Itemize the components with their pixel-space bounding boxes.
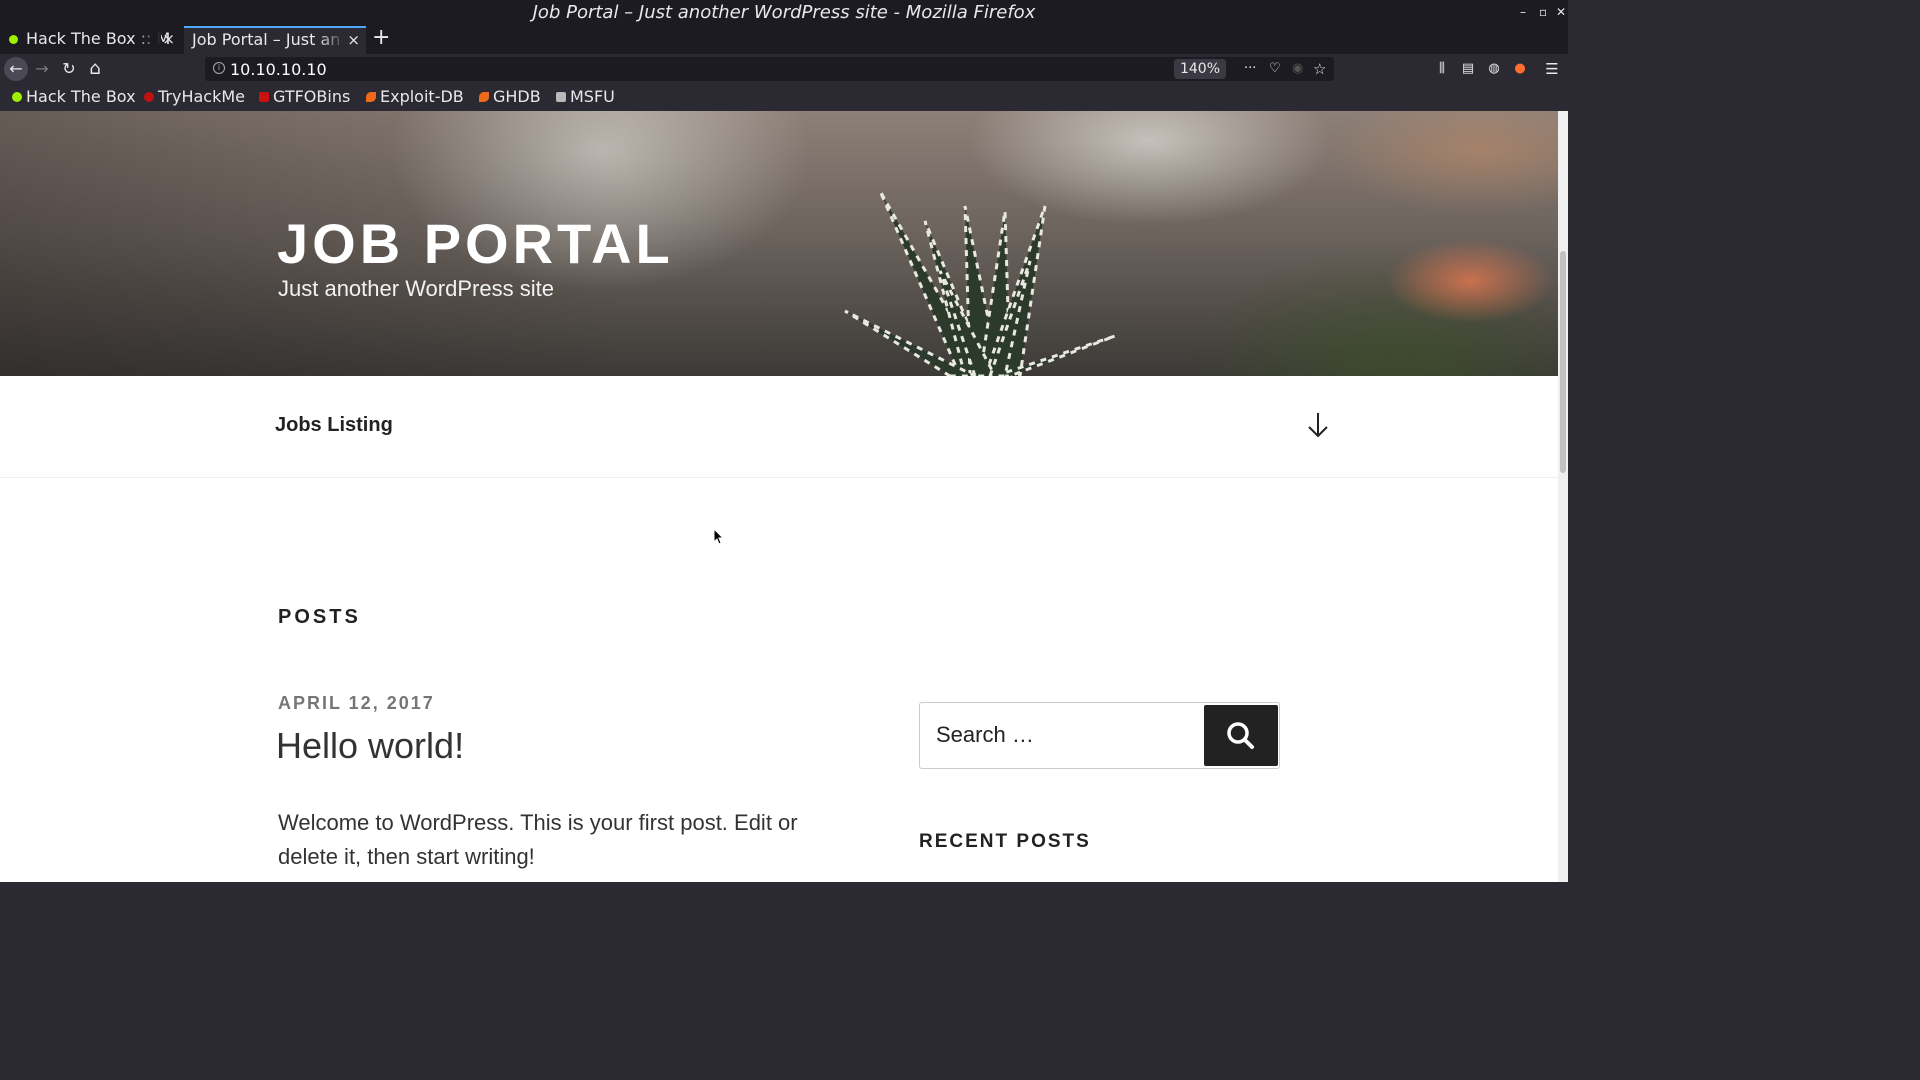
search-input[interactable]	[936, 713, 1196, 757]
post-title[interactable]: Hello world!	[276, 725, 464, 767]
scrollbar-thumb[interactable]	[1560, 251, 1566, 473]
library-icon[interactable]: ⫼	[1431, 57, 1453, 81]
search-icon	[1227, 722, 1254, 749]
bookmark-label: Exploit-DB	[380, 87, 464, 106]
bookmark-star-icon[interactable]: ☆	[1313, 57, 1326, 81]
close-tab-icon[interactable]: ×	[162, 26, 175, 52]
home-button[interactable]: ⌂	[83, 57, 107, 81]
reload-button[interactable]: ↻	[57, 57, 81, 81]
site-navigation: Jobs Listing	[0, 376, 1558, 478]
bookmark-label: GHDB	[493, 87, 541, 106]
search-form	[919, 702, 1280, 769]
hackthebox-favicon-icon	[9, 35, 18, 44]
gtfobins-icon	[259, 92, 269, 102]
ghdb-icon	[479, 92, 489, 102]
hackthebox-icon	[12, 92, 22, 102]
page-viewport: JOB PORTAL Just another WordPress site J…	[0, 111, 1558, 882]
navigation-toolbar: ← → ↻ ⌂ i 140% ··· ♡ ◉ ☆ ⫼ ▤ ◍ ● ☰	[0, 54, 1568, 84]
scroll-down-arrow-icon[interactable]	[1305, 410, 1331, 440]
maximize-button[interactable]: ▫	[1539, 0, 1547, 26]
post-date[interactable]: APRIL 12, 2017	[278, 693, 435, 714]
posts-heading: POSTS	[278, 606, 361, 628]
page-actions-icon[interactable]: ···	[1244, 57, 1256, 81]
forward-button[interactable]: →	[30, 57, 54, 81]
bookmark-hack-the-box[interactable]: Hack The Box	[10, 85, 136, 109]
msfu-icon	[556, 92, 566, 102]
site-info-icon[interactable]: i	[213, 62, 225, 74]
url-bar[interactable]: i 140% ··· ♡ ◉ ☆	[205, 57, 1334, 81]
bookmark-tryhackme[interactable]: TryHackMe	[142, 85, 245, 109]
site-description: Just another WordPress site	[278, 276, 554, 301]
tab-job-portal[interactable]: Job Portal – Just an ×	[184, 26, 366, 54]
search-button[interactable]	[1204, 705, 1278, 766]
sidebar-icon[interactable]: ▤	[1457, 57, 1479, 81]
account-icon[interactable]: ◍	[1483, 57, 1505, 81]
tab-strip: Hack The Box :: M × Job Portal – Just an…	[0, 26, 1568, 54]
minimize-button[interactable]: –	[1520, 0, 1526, 26]
bookmark-ghdb[interactable]: GHDB	[477, 85, 541, 109]
post-excerpt: Welcome to WordPress. This is your first…	[278, 810, 798, 869]
tab-hack-the-box[interactable]: Hack The Box :: M ×	[0, 26, 181, 54]
extension-icon[interactable]: ●	[1509, 57, 1531, 81]
exploit-db-icon	[366, 92, 376, 102]
back-button[interactable]: ←	[4, 57, 28, 81]
bookmark-label: Hack The Box	[26, 87, 136, 106]
menu-item-jobs-listing[interactable]: Jobs Listing	[275, 414, 393, 437]
menu-icon[interactable]: ☰	[1541, 57, 1563, 81]
bookmark-msfu[interactable]: MSFU	[554, 85, 615, 109]
bookmark-gtfobins[interactable]: GTFOBins	[257, 85, 350, 109]
window-title: Job Portal – Just another WordPress site…	[532, 2, 1036, 23]
bookmark-label: GTFOBins	[273, 87, 351, 106]
url-input[interactable]	[230, 57, 1030, 81]
mouse-cursor-icon	[713, 528, 725, 545]
close-tab-icon[interactable]: ×	[347, 28, 360, 52]
bookmark-label: MSFU	[570, 87, 615, 106]
window-titlebar: Job Portal – Just another WordPress site…	[0, 0, 1568, 26]
bookmark-label: TryHackMe	[158, 87, 246, 106]
close-window-button[interactable]: ✕	[1556, 0, 1566, 26]
tryhackme-icon	[144, 92, 154, 102]
site-title[interactable]: JOB PORTAL	[277, 211, 674, 276]
bookmarks-toolbar: Hack The Box TryHackMe GTFOBins Exploit-…	[0, 84, 1568, 111]
pocket-icon[interactable]: ♡	[1269, 57, 1281, 81]
recent-posts-heading: RECENT POSTS	[919, 831, 1091, 852]
bookmark-exploit-db[interactable]: Exploit-DB	[364, 85, 464, 109]
plant-illustration	[844, 190, 1116, 376]
tracking-shield-icon[interactable]: ◉	[1292, 57, 1303, 81]
new-tab-button[interactable]: +	[372, 26, 390, 52]
page-scrollbar[interactable]	[1558, 111, 1568, 882]
zoom-level-button[interactable]: 140%	[1174, 59, 1226, 79]
header-image: JOB PORTAL Just another WordPress site	[0, 111, 1558, 376]
